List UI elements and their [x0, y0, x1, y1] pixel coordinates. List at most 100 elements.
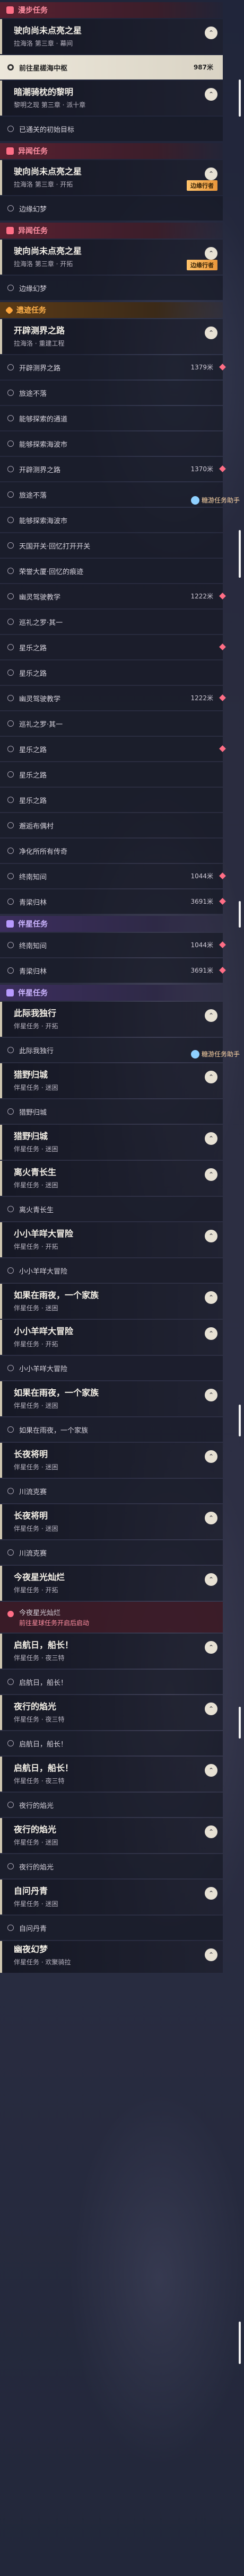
mission-step[interactable]: 自问丹青	[0, 1916, 223, 1940]
scrollbar[interactable]	[239, 530, 241, 578]
collapse-toggle-icon[interactable]: ⌃	[205, 1573, 217, 1586]
collapse-toggle-icon[interactable]: ⌃	[205, 1009, 217, 1022]
mission-step[interactable]: 边缘幻梦	[0, 276, 223, 300]
mission-header[interactable]: 今夜星光灿烂 伴星任务 · 开拓 ⌃	[0, 1566, 223, 1601]
mission-step[interactable]: 邂逅布偶村	[0, 813, 223, 837]
mission-header[interactable]: 此际我独行 伴星任务 · 开拓 ⌃	[0, 1002, 223, 1037]
collapse-toggle-icon[interactable]: ⌃	[205, 1702, 217, 1715]
scrollbar[interactable]	[239, 901, 241, 928]
collapse-toggle-icon[interactable]: ⌃	[205, 327, 217, 339]
mission-step[interactable]: 星乐之路	[0, 635, 226, 659]
collapse-toggle-icon[interactable]: ⌃	[205, 1512, 217, 1524]
collapse-toggle-icon[interactable]: ⌃	[205, 1887, 217, 1900]
mission-step[interactable]: 能够探索海波市	[0, 508, 223, 532]
scrollbar[interactable]	[239, 80, 241, 117]
mission-header[interactable]: 幽夜幻梦 伴星任务 · 欢聚骑拉 ⌃	[0, 1941, 223, 1973]
mission-title: 猎野归城	[14, 1070, 48, 1080]
mission-step[interactable]: 猎野归城	[0, 1099, 223, 1124]
mission-header[interactable]: 小小羊咩大冒险 伴星任务 · 开拓 ⌃	[0, 1222, 223, 1257]
mission-step[interactable]: 能够探索海波市	[0, 431, 223, 456]
mission-header[interactable]: 夜行的焰光 伴星任务 · 迷困 ⌃	[0, 1818, 223, 1853]
mission-header[interactable]: 小小羊咩大冒险 伴星任务 · 开拓 ⌃	[0, 1320, 223, 1355]
mission-step[interactable]: 星乐之路	[0, 660, 223, 685]
collapse-toggle-icon[interactable]: ⌃	[205, 1168, 217, 1181]
mission-step[interactable]: 川流克赛	[0, 1540, 223, 1565]
scrollbar[interactable]	[239, 1707, 241, 1739]
collapse-toggle-icon[interactable]: ⌃	[205, 1641, 217, 1654]
mission-header[interactable]: 猎野归城 伴星任务 · 迷困 ⌃	[0, 1125, 223, 1160]
mission-header[interactable]: 启航日，船长！ 伴星任务 · 夜三特 ⌃	[0, 1757, 223, 1792]
mission-header[interactable]: 暗潮骑枕的黎明 黎明之现 第三章 · 派十章 ⌃	[0, 81, 223, 116]
mission-step[interactable]: 星乐之路	[0, 762, 223, 787]
mission-step[interactable]: 旅途不落	[0, 482, 223, 507]
mission-header[interactable]: 驶向尚未点亮之星 拉海洛 第三章 · 开拓 ⌃ 边缘行者	[0, 160, 223, 195]
mission-step[interactable]: 小小羊咩大冒险	[0, 1258, 223, 1283]
mission-header[interactable]: 开辟测界之路 拉海洛 · 重建工程 ⌃	[0, 319, 223, 354]
mission-header[interactable]: 自问丹青 伴星任务 · 迷困 ⌃	[0, 1880, 223, 1915]
mission-header[interactable]: 如果在雨夜，一个家族 伴星任务 · 迷困 ⌃	[0, 1284, 223, 1319]
mission-step[interactable]: 已通关的初始目标	[0, 117, 223, 141]
mission-step[interactable]: 幽灵驾驶教学 1222米	[0, 686, 226, 710]
mission-step[interactable]: 夜行的焰光	[0, 1854, 223, 1878]
mission-step[interactable]: 星乐之路	[0, 788, 223, 812]
mission-step[interactable]: 夜行的焰光	[0, 1793, 223, 1817]
collapse-toggle-icon[interactable]: ⌃	[205, 1291, 217, 1304]
mission-step[interactable]: 开辟测界之路 1370米	[0, 457, 226, 481]
mission-header[interactable]: 离火青长生 伴星任务 · 迷困 ⌃	[0, 1161, 223, 1196]
mission-step[interactable]: 星乐之路	[0, 737, 226, 761]
mission-step[interactable]: 天国开关·回忆打开开关	[0, 533, 223, 558]
mission-step[interactable]: 前往星槎海中枢 987米	[0, 55, 223, 80]
collapse-toggle-icon[interactable]: ⌃	[205, 27, 217, 39]
mission-step[interactable]: 荣誉大厦·回忆的痕迹	[0, 559, 223, 583]
mission-step[interactable]: 边缘幻梦	[0, 196, 223, 220]
mission-step[interactable]: 巡礼之罗·其一	[0, 711, 223, 736]
mission-step[interactable]: 启航日，船长！	[0, 1670, 223, 1694]
scrollbar[interactable]	[239, 2322, 241, 2364]
mission-step[interactable]: 如果在雨夜，一个家族	[0, 1417, 223, 1442]
mission-step[interactable]: 川流克赛	[0, 1479, 223, 1503]
mission-step[interactable]: 终南知间 1044米	[0, 933, 226, 957]
mission-step[interactable]: 离火青长生	[0, 1197, 223, 1221]
mission-step[interactable]: 旅途不落	[0, 381, 223, 405]
collapse-toggle-icon[interactable]: ⌃	[205, 1230, 217, 1242]
mission-step[interactable]: 能够探索的通道	[0, 406, 223, 430]
mission-header[interactable]: 夜行的焰光 伴星任务 · 夜三特 ⌃	[0, 1695, 223, 1730]
category-header: 漫步任务	[0, 2, 223, 18]
mission-step[interactable]: 终南知间 1044米	[0, 864, 226, 888]
collapse-toggle-icon[interactable]: ⌃	[205, 1071, 217, 1083]
mission-step[interactable]: 小小羊咩大冒险	[0, 1356, 223, 1380]
mission-step[interactable]: 幽灵驾驶教学 1222米	[0, 584, 226, 608]
mission-header[interactable]: 长夜将明 伴星任务 · 迷困 ⌃	[0, 1443, 223, 1478]
mission-header[interactable]: 猎野归城 伴星任务 · 迷困 ⌃	[0, 1063, 223, 1098]
mission-step[interactable]: 此际我独行	[0, 1038, 223, 1062]
collapse-toggle-icon[interactable]: ⌃	[205, 88, 217, 101]
mission-step[interactable]: 开辟测界之路 1379米	[0, 355, 226, 380]
scrollbar[interactable]	[239, 1405, 241, 1436]
warning-icon	[7, 1611, 14, 1617]
mission-header[interactable]: 如果在雨夜，一个家族 伴星任务 · 迷困 ⌃	[0, 1381, 223, 1416]
mission-step[interactable]: 青梁归林 3691米	[0, 958, 226, 983]
category-header: 伴星任务	[0, 916, 223, 932]
mission-header[interactable]: 长夜将明 伴星任务 · 迷困 ⌃	[0, 1504, 223, 1539]
collapse-toggle-icon[interactable]: ⌃	[205, 1327, 217, 1340]
mission-header[interactable]: 驶向尚未点亮之星 拉海洛 第三章 · 开拓 ⌃ 边缘行者	[0, 240, 223, 275]
mission-header[interactable]: 启航日，船长！ 伴星任务 · 夜三特 ⌃	[0, 1634, 223, 1669]
mission-title: 夜行的焰光	[14, 1701, 57, 1712]
mission-step[interactable]: 启航日，船长！	[0, 1731, 223, 1755]
mission-header[interactable]: 驶向尚未点亮之星 拉海洛 第三章 · 幕间 ⌃	[0, 19, 223, 54]
mission-step[interactable]: 巡礼之罗·其一	[0, 610, 223, 634]
collapse-toggle-icon[interactable]: ⌃	[205, 1825, 217, 1838]
collapse-toggle-icon[interactable]: ⌃	[205, 1132, 217, 1145]
mission-step[interactable]: 净化所所有传奇	[0, 839, 223, 863]
collapse-toggle-icon[interactable]: ⌃	[205, 1764, 217, 1777]
step-label: 旅途不落	[19, 491, 47, 500]
collapse-toggle-icon[interactable]: ⌃	[205, 167, 217, 180]
mission-step-warning[interactable]: 今夜星光灿烂 前往星球任务开启后启动	[0, 1602, 223, 1633]
mission-step[interactable]: 青梁归林 3691米	[0, 889, 226, 914]
mission-subtitle: 黎明之现 第三章 · 派十章	[14, 101, 86, 109]
mission-subtitle: 伴星任务 · 迷困	[14, 1900, 58, 1908]
collapse-toggle-icon[interactable]: ⌃	[205, 247, 217, 260]
collapse-toggle-icon[interactable]: ⌃	[205, 1450, 217, 1463]
collapse-toggle-icon[interactable]: ⌃	[205, 1948, 217, 1961]
collapse-toggle-icon[interactable]: ⌃	[205, 1389, 217, 1401]
